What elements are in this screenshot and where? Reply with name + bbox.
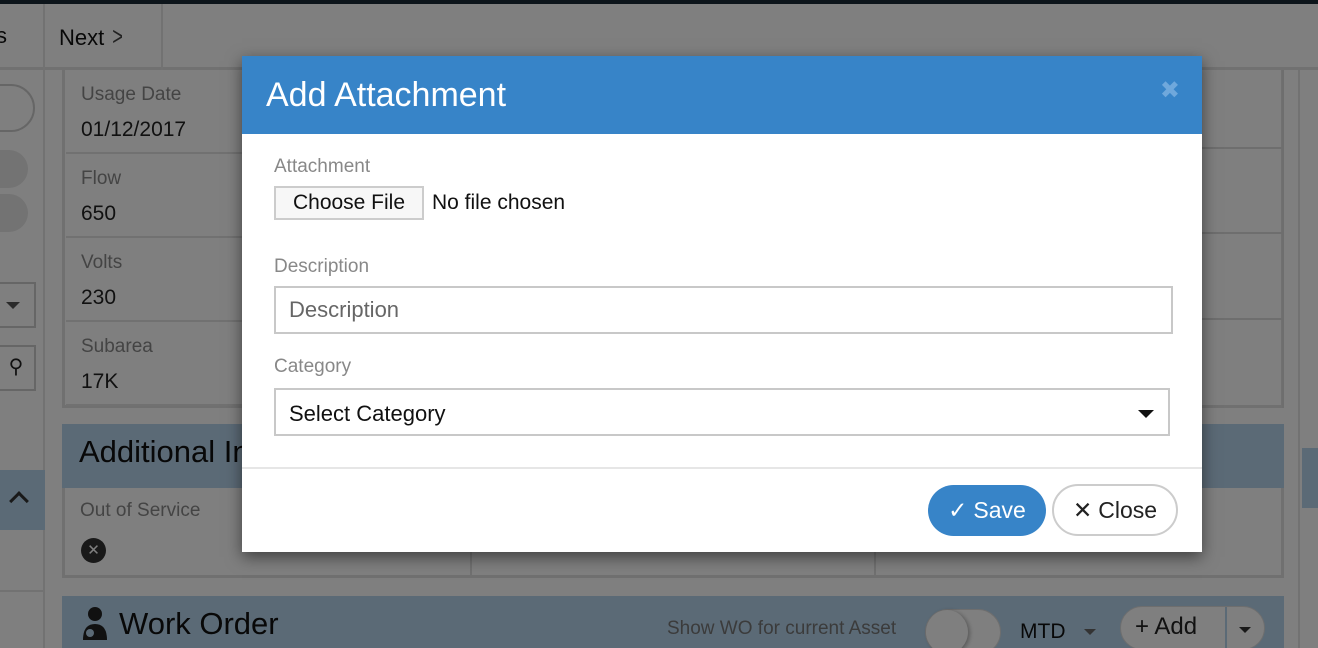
- save-button[interactable]: ✓ Save: [928, 485, 1046, 536]
- attachment-label: Attachment: [274, 156, 371, 177]
- category-selected-value: Select Category: [289, 401, 446, 426]
- modal-header: Add Attachment ✖: [242, 56, 1202, 134]
- save-label: Save: [973, 497, 1026, 523]
- check-icon: ✓: [948, 497, 968, 523]
- description-label: Description: [274, 256, 370, 277]
- category-label: Category: [274, 356, 352, 377]
- close-icon[interactable]: ✖: [1160, 76, 1180, 105]
- add-attachment-modal: Add Attachment ✖ Attachment Choose File …: [242, 56, 1202, 552]
- x-icon: ✕: [1072, 497, 1093, 523]
- modal-title: Add Attachment: [266, 76, 507, 114]
- file-status: No file chosen: [432, 191, 566, 214]
- close-label: Close: [1098, 497, 1158, 523]
- close-button[interactable]: ✕ Close: [1052, 484, 1178, 536]
- footer-divider: [242, 467, 1202, 469]
- description-input[interactable]: [274, 286, 1173, 334]
- category-select[interactable]: Select Category: [274, 388, 1170, 436]
- choose-file-button[interactable]: Choose File: [274, 186, 424, 220]
- caret-down-icon: [1138, 410, 1154, 418]
